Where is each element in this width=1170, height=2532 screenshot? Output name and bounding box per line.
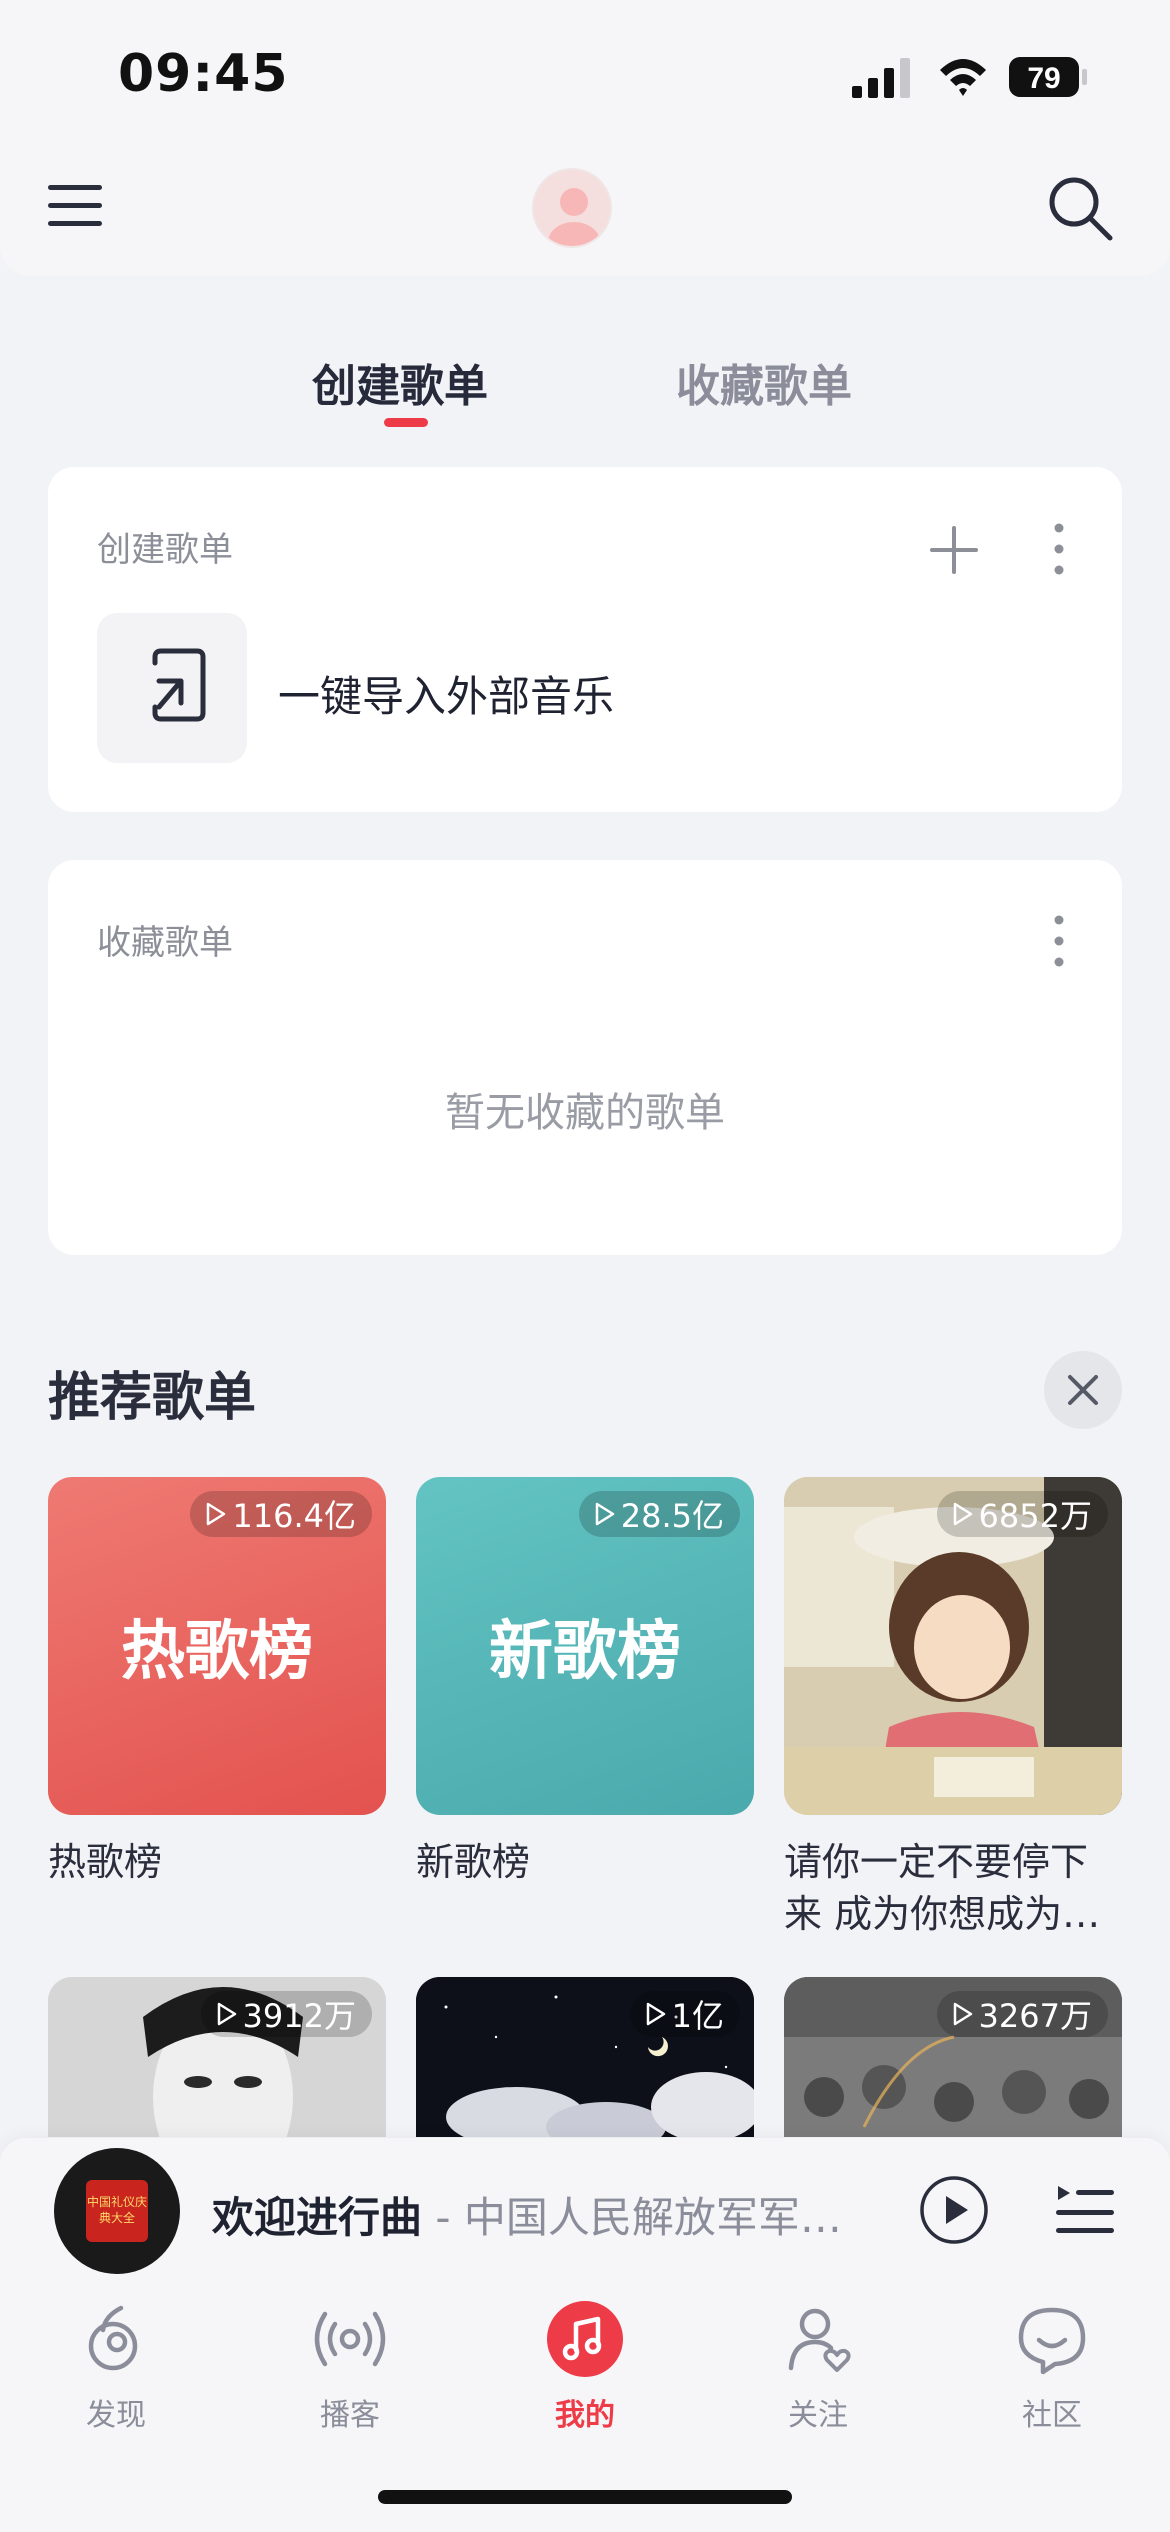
home-indicator	[378, 2490, 792, 2504]
menu-icon[interactable]	[44, 175, 106, 237]
playlist-cover-illustration[interactable]: 6852万	[784, 1477, 1122, 1815]
play-count: 3912万	[242, 1997, 356, 2035]
playlist-cover-new[interactable]: 新歌榜 28.5亿	[416, 1477, 754, 1815]
battery-level: 79	[1027, 62, 1060, 95]
now-playing-text[interactable]: 欢迎进行曲 - 中国人民解放军军…	[212, 2184, 872, 2245]
signal-icon	[852, 58, 910, 98]
play-icon	[953, 1502, 972, 1526]
collected-playlists-title: 收藏歌单	[97, 923, 233, 963]
more-options-icon[interactable]	[1036, 518, 1082, 580]
search-icon[interactable]	[1040, 168, 1120, 248]
add-playlist-icon[interactable]	[924, 520, 984, 580]
recommended-playlists-title: 推荐歌单	[48, 1368, 257, 1428]
empty-collection-text: 暂无收藏的歌单	[445, 1090, 725, 1136]
playlist-cover-portrait[interactable]: 3912万	[48, 1977, 386, 2137]
tab-collected-playlist[interactable]: 收藏歌单	[676, 350, 852, 414]
status-time: 09:45	[118, 44, 289, 104]
nav-label: 发现	[86, 2398, 146, 2433]
discover-icon	[88, 2305, 138, 2371]
play-icon	[953, 2002, 972, 2026]
play-count-badge: 28.5亿	[578, 1491, 740, 1537]
more-options-icon[interactable]	[1036, 910, 1082, 972]
nav-podcast[interactable]: 播客	[275, 2300, 425, 2434]
created-playlists-title: 创建歌单	[97, 530, 233, 570]
album-disc[interactable]: 中国礼仪庆典大全	[54, 2148, 180, 2274]
album-cover-text: 中国礼仪庆典大全	[86, 2180, 148, 2242]
nav-label: 我的	[555, 2398, 615, 2433]
tab-create-playlist[interactable]: 创建歌单	[312, 350, 488, 414]
play-count: 116.4亿	[232, 1497, 356, 1535]
play-count: 28.5亿	[620, 1497, 724, 1535]
song-artist: - 中国人民解放军军…	[422, 2193, 842, 2242]
playlist-cover-crowd[interactable]: 3267万	[784, 1977, 1122, 2137]
play-pause-icon[interactable]	[918, 2174, 990, 2246]
play-icon	[646, 2002, 665, 2026]
wifi-icon	[940, 59, 986, 96]
nav-mine[interactable]: 我的	[510, 2300, 660, 2434]
play-count: 3267万	[978, 1997, 1092, 2035]
play-count-badge: 3267万	[936, 1991, 1108, 2037]
close-icon	[1068, 1375, 1098, 1405]
import-music-button[interactable]	[97, 613, 247, 763]
avatar[interactable]	[532, 168, 612, 248]
playlist-cover-night[interactable]: 1亿	[416, 1977, 754, 2137]
playlist-cover-hot[interactable]: 热歌榜 116.4亿	[48, 1477, 386, 1815]
play-count-badge: 3912万	[200, 1991, 372, 2037]
play-count: 1亿	[671, 1997, 724, 2035]
playlist-name[interactable]: 新歌榜	[416, 1836, 754, 1888]
nav-label: 社区	[1022, 2398, 1082, 2433]
nav-discover[interactable]: 发现	[41, 2300, 191, 2434]
play-count-badge: 6852万	[936, 1491, 1108, 1537]
play-icon	[207, 1502, 226, 1526]
song-title: 欢迎进行曲	[212, 2193, 423, 2242]
battery-indicator: 79	[1008, 56, 1088, 98]
import-music-label[interactable]: 一键导入外部音乐	[278, 663, 614, 724]
active-tab-indicator	[384, 418, 428, 427]
nav-label: 关注	[788, 2398, 848, 2433]
import-icon	[152, 648, 206, 722]
play-count-badge: 116.4亿	[190, 1491, 372, 1537]
follow-icon	[788, 2308, 851, 2372]
battery-icon: 79	[1009, 57, 1087, 97]
play-icon	[217, 2002, 236, 2026]
play-count-badge: 1亿	[629, 1991, 740, 2037]
play-count: 6852万	[978, 1497, 1092, 1535]
playlist-name[interactable]: 请你一定不要停下来 成为你想成为…	[784, 1836, 1122, 1940]
music-note-icon	[547, 2301, 623, 2377]
close-recommend-button[interactable]	[1044, 1351, 1122, 1429]
community-icon	[1018, 2307, 1086, 2375]
playlist-queue-icon[interactable]	[1052, 2180, 1118, 2240]
play-icon	[595, 1502, 614, 1526]
nav-community[interactable]: 社区	[977, 2300, 1127, 2434]
podcast-icon	[314, 2311, 386, 2367]
nav-follow[interactable]: 关注	[743, 2300, 893, 2434]
playlist-name[interactable]: 热歌榜	[48, 1836, 386, 1888]
nav-label: 播客	[320, 2398, 380, 2433]
